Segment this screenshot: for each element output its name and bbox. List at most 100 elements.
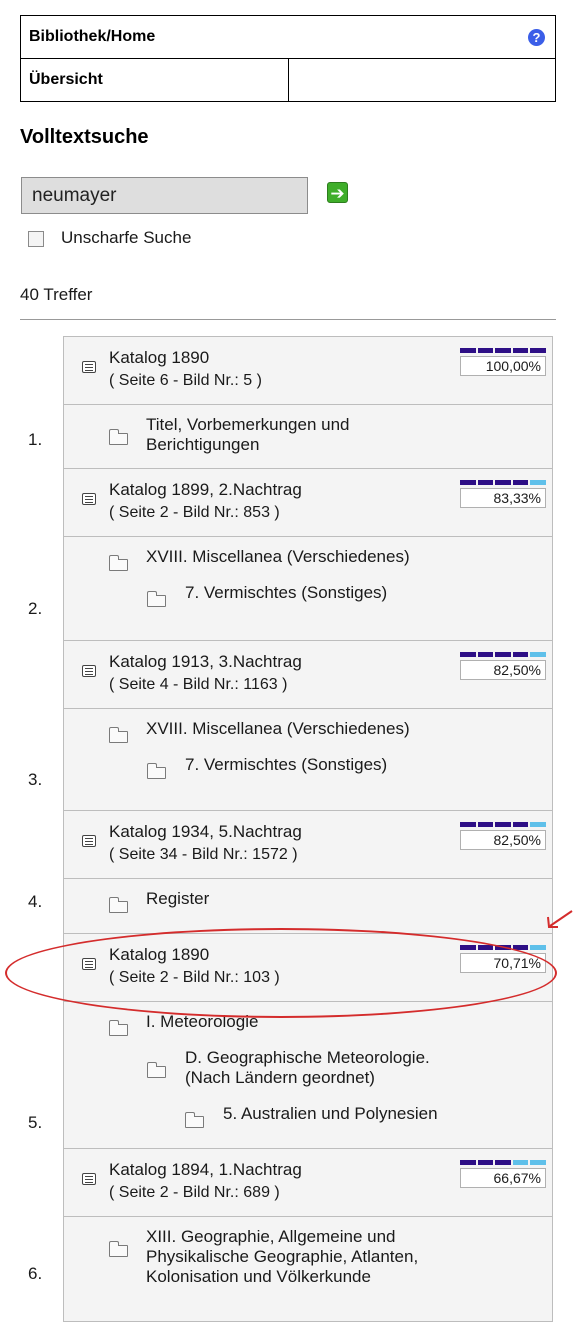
tree-item-line: 7. Vermischtes (Sonstiges): [185, 755, 388, 774]
relevance-segment: [512, 348, 529, 353]
result-header[interactable]: Katalog 1890 ( Seite 6 - Bild Nr.: 5 ) 100…: [64, 337, 552, 405]
relevance-score: 82,50%: [460, 822, 546, 850]
tree-item[interactable]: Titel, Vorbemerkungen und Berichtigungen: [146, 415, 350, 455]
relevance-segment: [495, 652, 511, 657]
tree-item[interactable]: XVIII. Miscellanea (Verschiedenes): [146, 719, 410, 739]
document-icon: [82, 665, 96, 677]
relevance-score: 83,33%: [460, 480, 546, 508]
tree-item-line: Berichtigungen: [146, 435, 260, 454]
folder-icon: [147, 763, 166, 779]
relevance-segment: [530, 945, 546, 950]
result-page-info: ( Seite 2 - Bild Nr.: 853 ): [109, 504, 280, 521]
relevance-segment: [530, 1160, 546, 1165]
arrow-right-icon: ➔: [330, 184, 345, 203]
relevance-segment: [477, 1160, 494, 1165]
result-number: 4.: [28, 892, 43, 911]
relevance-segment: [477, 822, 494, 827]
tree-item-line: 5. Australien und Polynesien: [223, 1104, 438, 1123]
nav-overview-label: Übersicht: [29, 71, 103, 88]
result-title[interactable]: Katalog 1934, 5.Nachtrag: [109, 822, 302, 842]
result-page-info: ( Seite 2 - Bild Nr.: 689 ): [109, 1184, 280, 1201]
relevance-bar: [460, 348, 546, 353]
relevance-value: 66,67%: [460, 1168, 546, 1188]
document-icon: [82, 361, 96, 373]
result-number: 6.: [28, 1264, 43, 1283]
tree-item[interactable]: XIII. Geographie, Allgemeine und Physikal…: [146, 1227, 418, 1287]
result-page-info: ( Seite 6 - Bild Nr.: 5 ): [109, 372, 262, 389]
annotation-arrow-icon: [547, 910, 573, 928]
relevance-segment: [460, 822, 476, 827]
fuzzy-search-label[interactable]: Unscharfe Suche: [61, 228, 191, 248]
nav-empty-cell: [287, 58, 556, 102]
result-tree: XVIII. Miscellanea (Verschiedenes) 7. Ver…: [64, 537, 552, 640]
tree-item-line: XIII. Geographie, Allgemeine und: [146, 1227, 396, 1246]
folder-icon: [109, 727, 128, 743]
search-go-button[interactable]: ➔: [327, 182, 348, 203]
help-icon[interactable]: ?: [528, 29, 545, 46]
result-card: Katalog 1894, 1.Nachtrag ( Seite 2 - Bild…: [63, 1148, 553, 1322]
tree-item-line: 7. Vermischtes (Sonstiges): [185, 583, 388, 602]
result-tree: XVIII. Miscellanea (Verschiedenes) 7. Ver…: [64, 709, 552, 812]
relevance-score: 66,67%: [460, 1160, 546, 1188]
tree-item[interactable]: XVIII. Miscellanea (Verschiedenes): [146, 547, 410, 567]
relevance-segment: [477, 348, 494, 353]
result-card: Katalog 1913, 3.Nachtrag ( Seite 4 - Bild…: [63, 640, 553, 813]
result-number: 5.: [28, 1113, 43, 1132]
relevance-value: 82,50%: [460, 660, 546, 680]
relevance-bar: [460, 652, 546, 657]
section-title: Volltextsuche: [20, 126, 149, 148]
relevance-segment: [495, 822, 511, 827]
fuzzy-search-checkbox[interactable]: [28, 231, 44, 247]
relevance-segment: [512, 1160, 529, 1165]
result-header[interactable]: Katalog 1899, 2.Nachtrag ( Seite 2 - Bild…: [64, 469, 552, 537]
folder-icon: [109, 555, 128, 571]
document-icon: [82, 835, 96, 847]
relevance-segment: [460, 1160, 476, 1165]
result-title[interactable]: Katalog 1899, 2.Nachtrag: [109, 480, 302, 500]
nav-table: Bibliothek/Home ? Übersicht: [20, 15, 556, 102]
tree-item-line: Kolonisation und Völkerkunde: [146, 1267, 371, 1286]
search-input[interactable]: [21, 177, 308, 214]
result-title[interactable]: Katalog 1913, 3.Nachtrag: [109, 652, 302, 672]
tree-item-line: XVIII. Miscellanea (Verschiedenes): [146, 547, 410, 566]
relevance-score: 100,00%: [460, 348, 546, 376]
relevance-segment: [495, 480, 511, 485]
result-header[interactable]: Katalog 1934, 5.Nachtrag ( Seite 34 - Bil…: [64, 811, 552, 879]
relevance-segment: [495, 348, 511, 353]
folder-icon: [109, 897, 128, 913]
result-title[interactable]: Katalog 1890: [109, 348, 209, 368]
tree-item[interactable]: 7. Vermischtes (Sonstiges): [185, 583, 387, 603]
document-icon: [82, 493, 96, 505]
relevance-segment: [495, 1160, 511, 1165]
relevance-segment: [460, 480, 476, 485]
result-tree: Titel, Vorbemerkungen und Berichtigungen: [64, 405, 552, 471]
result-title[interactable]: Katalog 1894, 1.Nachtrag: [109, 1160, 302, 1180]
relevance-value: 83,33%: [460, 488, 546, 508]
result-page-info: ( Seite 34 - Bild Nr.: 1572 ): [109, 846, 298, 863]
relevance-segment: [512, 480, 529, 485]
result-number: 2.: [28, 599, 43, 618]
nav-home-label: Bibliothek/Home: [29, 28, 156, 45]
relevance-segment: [460, 348, 476, 353]
tree-item[interactable]: 5. Australien und Polynesien: [223, 1104, 438, 1124]
tree-item[interactable]: D. Geographische Meteorologie. (Nach Länd…: [185, 1048, 430, 1088]
tree-item-line: (Nach Ländern geordnet): [185, 1068, 375, 1087]
document-icon: [82, 1173, 96, 1185]
relevance-segment: [530, 480, 546, 485]
result-tree: I. Meteorologie D. Geographische Meteorol…: [64, 1002, 552, 1158]
tree-item[interactable]: Register: [146, 889, 209, 909]
folder-icon: [147, 1062, 166, 1078]
relevance-segment: [530, 822, 546, 827]
result-page-info: ( Seite 4 - Bild Nr.: 1163 ): [109, 676, 288, 693]
tree-item[interactable]: 7. Vermischtes (Sonstiges): [185, 755, 387, 775]
relevance-value: 100,00%: [460, 356, 546, 376]
relevance-score: 82,50%: [460, 652, 546, 680]
tree-item-line: Register: [146, 889, 210, 908]
relevance-bar: [460, 1160, 546, 1165]
nav-home-link[interactable]: Bibliothek/Home ?: [20, 15, 556, 59]
folder-icon: [147, 591, 166, 607]
result-header[interactable]: Katalog 1894, 1.Nachtrag ( Seite 2 - Bild…: [64, 1149, 552, 1217]
result-header[interactable]: Katalog 1913, 3.Nachtrag ( Seite 4 - Bild…: [64, 641, 552, 709]
result-number: 3.: [28, 770, 43, 789]
nav-overview-link[interactable]: Übersicht: [20, 58, 289, 102]
